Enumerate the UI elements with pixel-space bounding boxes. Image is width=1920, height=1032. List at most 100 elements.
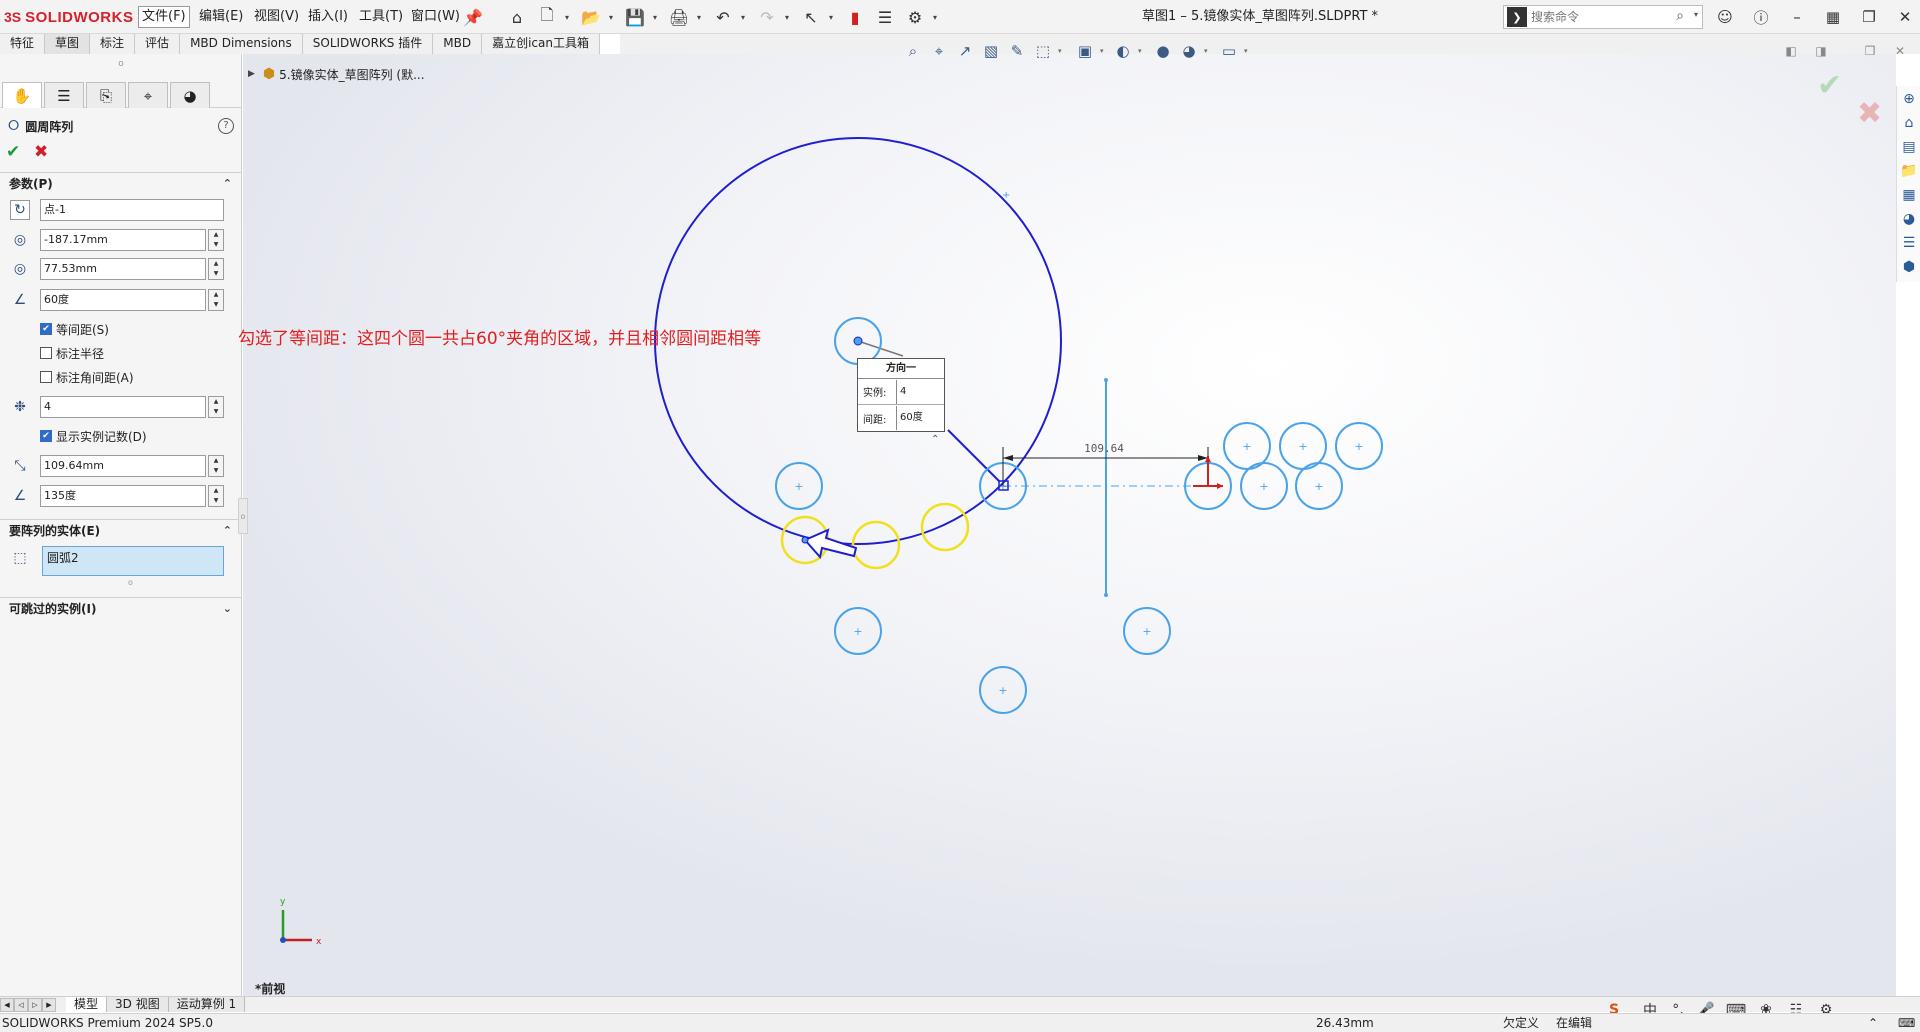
split-right-icon[interactable]: ◨	[1811, 42, 1831, 60]
check-icon[interactable]: ✔	[40, 430, 52, 442]
section-parameters[interactable]: 参数(P) ⌃	[0, 172, 242, 194]
menu-insert[interactable]: 插入(I)	[305, 6, 351, 28]
menu-tools[interactable]: 工具(T)	[356, 6, 406, 28]
chevron-down-icon[interactable]: ▾	[650, 6, 660, 28]
menu-window[interactable]: 窗口(W)	[408, 6, 463, 28]
angle-field[interactable]: 60度	[40, 289, 206, 311]
expand-icon[interactable]: ⌄	[223, 598, 232, 620]
radius-spin-icon[interactable]: ▲ ▼	[208, 455, 224, 477]
collapse-icon[interactable]: ⌃	[223, 520, 232, 542]
minimize-icon[interactable]: –	[1785, 6, 1809, 28]
chevron-down-icon[interactable]: ▾	[562, 6, 572, 28]
zoom-area-icon[interactable]: ⌖	[928, 40, 950, 62]
chevron-down-icon[interactable]: ▾	[694, 6, 704, 28]
chevron-down-icon[interactable]: ▾	[606, 6, 616, 28]
tab-features[interactable]: 特征	[0, 34, 46, 54]
instances-field[interactable]: 4	[40, 396, 206, 418]
file-properties-icon[interactable]: ☰	[874, 6, 896, 28]
tab-evaluate[interactable]: 评估	[135, 34, 181, 54]
callout-collapse-icon[interactable]: ⌃	[931, 434, 939, 445]
callout-instances-value[interactable]: 4	[896, 379, 944, 404]
circle-c2[interactable]	[775, 462, 823, 510]
feature-manager-tab-icon[interactable]: ✋	[2, 82, 42, 108]
circle-c8[interactable]	[1240, 462, 1288, 510]
gear-icon[interactable]: ⚙	[904, 6, 926, 28]
cancel-corner-icon[interactable]: ✖	[1857, 96, 1882, 131]
callout-spacing-value[interactable]: 60度	[896, 406, 944, 430]
section-skip-instances[interactable]: 可跳过的实例(I) ⌄	[0, 597, 242, 619]
help-icon[interactable]: ?	[218, 118, 234, 134]
first-tab-icon[interactable]: ◀	[0, 998, 14, 1012]
viewport-close-icon[interactable]: ✕	[1890, 42, 1910, 60]
list-grip[interactable]: o	[128, 578, 133, 587]
circle-c5[interactable]	[1123, 607, 1171, 655]
circle-c6[interactable]	[979, 666, 1027, 714]
checkbox-icon[interactable]	[40, 347, 52, 359]
x-coordinate-field[interactable]: -187.17mm	[40, 229, 206, 251]
menu-view[interactable]: 视图(V)	[251, 6, 302, 28]
display-style-icon[interactable]: ▣	[1074, 40, 1096, 62]
help-icon[interactable]: ⓘ	[1749, 6, 1773, 28]
tab-model[interactable]: 模型	[66, 997, 108, 1012]
menu-edit[interactable]: 编辑(E)	[196, 6, 246, 28]
dimxpert-tab-icon[interactable]: ⌖	[128, 82, 168, 108]
circle-c7[interactable]	[1184, 462, 1232, 510]
previous-view-icon[interactable]: ↗	[954, 40, 976, 62]
redo-icon[interactable]: ↷	[756, 6, 778, 28]
chevron-down-icon[interactable]: ▾	[1100, 40, 1108, 62]
app-logo[interactable]: 3S SOLIDWORKS	[4, 7, 133, 27]
dim-radius-checkbox[interactable]: 标注半径	[40, 344, 104, 362]
appearances-icon[interactable]: ◕	[1898, 208, 1920, 230]
arc-angle-field[interactable]: 135度	[40, 485, 206, 507]
scene-icon[interactable]: ◕	[1178, 40, 1200, 62]
cancel-button[interactable]: ✖	[34, 142, 48, 162]
tab-addins[interactable]: SOLIDWORKS 插件	[302, 34, 434, 54]
circle-c10[interactable]	[1223, 422, 1271, 470]
menu-file[interactable]: 文件(F)	[138, 6, 190, 28]
direction-arrow[interactable]	[803, 528, 858, 560]
next-tab-icon[interactable]: ▷	[28, 998, 42, 1012]
view-palette-icon[interactable]: ▦	[1898, 184, 1920, 206]
feature-tree[interactable]: ▶ ⬢ 5.镜像实体_草图阵列 (默...	[248, 64, 425, 84]
center-point[interactable]	[853, 336, 863, 346]
sketch-line[interactable]	[947, 429, 1001, 483]
entities-list[interactable]: 圆弧2	[42, 546, 224, 576]
split-left-icon[interactable]: ◧	[1781, 42, 1801, 60]
ok-button[interactable]: ✔	[6, 142, 20, 162]
status-options-icon[interactable]: ⌨	[1898, 1014, 1915, 1032]
chevron-down-icon[interactable]: ▾	[930, 6, 940, 28]
circle-c9[interactable]	[1295, 462, 1343, 510]
file-explorer-icon[interactable]: 📁	[1898, 160, 1920, 182]
angle-spin-icon[interactable]: ▲ ▼	[208, 289, 224, 311]
close-icon[interactable]: ✕	[1893, 6, 1917, 28]
custom-properties-icon[interactable]: ☰	[1898, 232, 1920, 254]
chevron-down-icon[interactable]: ▾	[782, 6, 792, 28]
undo-icon[interactable]: ↶	[712, 6, 734, 28]
equal-spacing-checkbox[interactable]: ✔ 等间距(S)	[40, 320, 109, 338]
tab-sketch[interactable]: 草图	[45, 34, 91, 54]
instances-spin-icon[interactable]: ▲ ▼	[208, 396, 224, 418]
search-box[interactable]: ❯ ⌕ ▾	[1503, 5, 1703, 29]
radius-field[interactable]: 109.64mm	[40, 455, 206, 477]
collapse-icon[interactable]: ⌃	[223, 173, 232, 195]
chevron-down-icon[interactable]: ▾	[1694, 10, 1698, 19]
monitor-icon[interactable]: ▭	[1218, 40, 1240, 62]
view-orientation-icon[interactable]: ⬚	[1032, 40, 1054, 62]
chevron-down-icon[interactable]: ▾	[1138, 40, 1146, 62]
x-spin-icon[interactable]: ▲ ▼	[208, 229, 224, 251]
display-manager-tab-icon[interactable]: ◕	[170, 82, 210, 108]
configuration-manager-tab-icon[interactable]: ⎘	[86, 82, 126, 108]
select-icon[interactable]: ↖	[800, 6, 822, 28]
home-icon[interactable]: ⌂	[506, 6, 528, 28]
tree-node-label[interactable]: 5.镜像实体_草图阵列 (默...	[279, 66, 424, 83]
circle-c3[interactable]	[979, 462, 1027, 510]
pattern-callout[interactable]: 方向一 实例: 4 间距: 60度	[857, 358, 945, 432]
tile-icon[interactable]: ▦	[1821, 6, 1845, 28]
graphics-area[interactable]: + + ++ +++ ++ + + 109.64 x y	[0, 0, 1920, 1032]
zoom-to-fit-icon[interactable]: ⌕	[902, 40, 924, 62]
show-count-checkbox[interactable]: ✔ 显示实例记数(D)	[40, 427, 147, 445]
last-tab-icon[interactable]: ▶	[42, 998, 56, 1012]
rebuild-icon[interactable]: ▮	[844, 6, 866, 28]
confirm-corner-icon[interactable]: ✔	[1817, 68, 1842, 103]
new-document-icon[interactable]: 🗋	[536, 5, 558, 28]
